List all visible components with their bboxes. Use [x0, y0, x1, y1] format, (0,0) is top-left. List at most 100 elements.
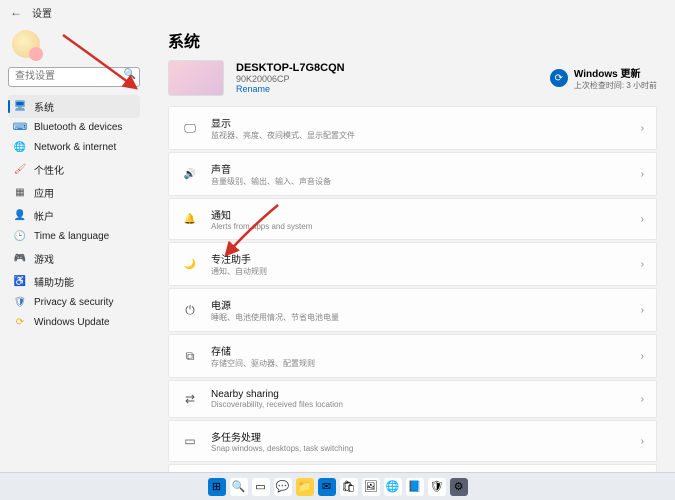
- card-focus-icon: [181, 259, 199, 270]
- chevron-right-icon: ›: [641, 305, 644, 316]
- nav-bluetooth-icon: ⌨: [14, 122, 26, 134]
- search-icon: 🔍: [124, 69, 136, 80]
- chevron-right-icon: ›: [641, 214, 644, 225]
- card-sound[interactable]: 声音 音量级别、输出、输入、声音设备 ›: [168, 152, 657, 196]
- card-nearby[interactable]: Nearby sharing Discoverability, received…: [168, 380, 657, 418]
- page-title: 系统: [168, 28, 657, 52]
- card-subtitle: 存储空间、驱动器、配置规则: [211, 358, 629, 369]
- nav-privacy[interactable]: 🛡 Privacy & security: [8, 293, 140, 313]
- tb-mail[interactable]: ✉: [318, 478, 336, 496]
- card-focus[interactable]: 专注助手 通知、自动规则 ›: [168, 242, 657, 286]
- nav-personalization-icon: 🖌: [14, 163, 26, 175]
- card-sound-icon: [181, 169, 199, 180]
- card-subtitle: 睡眠、电池使用情况、节省电池电量: [211, 312, 629, 323]
- card-title: 专注助手: [211, 251, 629, 266]
- titlebar: ← 设置: [0, 0, 675, 24]
- nav-network[interactable]: 🌐 Network & internet: [8, 138, 140, 158]
- nav-label: Windows Update: [34, 317, 110, 328]
- app-title: 设置: [32, 5, 52, 20]
- card-subtitle: 监视器、亮度、夜间模式、显示配置文件: [211, 130, 629, 141]
- card-storage[interactable]: 存储 存储空间、驱动器、配置规则 ›: [168, 334, 657, 378]
- card-power[interactable]: 电源 睡眠、电池使用情况、节省电池电量 ›: [168, 288, 657, 332]
- device-rename-link[interactable]: Rename: [236, 84, 538, 94]
- card-subtitle: 通知、自动规则: [211, 266, 629, 277]
- nav-apps[interactable]: ▦ 应用: [8, 181, 140, 204]
- nav-system[interactable]: 🖥 系统: [8, 95, 140, 118]
- nav-label: 辅助功能: [34, 274, 74, 289]
- sidebar: 🔍 🖥 系统 ⌨ Bluetooth & devices 🌐 Network & inte…: [0, 24, 148, 472]
- nav-label: Network & internet: [34, 142, 116, 153]
- tb-word[interactable]: 📘: [406, 478, 424, 496]
- nav-personalization[interactable]: 🖌个性化: [8, 158, 140, 181]
- search-box[interactable]: 🔍: [8, 66, 140, 87]
- nav-apps-icon: ▦: [14, 186, 26, 198]
- card-subtitle: Snap windows, desktops, task switching: [211, 444, 629, 453]
- card-multitask-icon: [181, 434, 199, 448]
- search-input[interactable]: [8, 67, 140, 87]
- tb-explorer[interactable]: 📁: [296, 478, 314, 496]
- nav-bluetooth[interactable]: ⌨ Bluetooth & devices: [8, 118, 140, 138]
- card-title: 声音: [211, 161, 629, 176]
- nav-accounts-icon: 👤: [14, 209, 26, 221]
- device-name: DESKTOP-L7G8CQN: [236, 62, 538, 74]
- nav-accounts[interactable]: 👤 帐户: [8, 204, 140, 227]
- tb-store[interactable]: 🛍: [340, 478, 358, 496]
- chevron-right-icon: ›: [641, 351, 644, 362]
- nav-time[interactable]: 🕒 Time & language: [8, 227, 140, 247]
- content-pane: 系统 DESKTOP-L7G8CQN 90K20006CP Rename ⟳ W…: [148, 24, 675, 472]
- nav-label: Privacy & security: [34, 297, 113, 308]
- card-subtitle: Alerts from apps and system: [211, 222, 629, 231]
- chevron-right-icon: ›: [641, 123, 644, 134]
- card-title: 多任务处理: [211, 429, 629, 444]
- nav-system-icon: 🖥: [14, 100, 26, 112]
- nav-label: 应用: [34, 185, 54, 200]
- nav-gaming-icon: 🎮: [14, 252, 26, 264]
- card-display[interactable]: 显示 监视器、亮度、夜间模式、显示配置文件 ›: [168, 106, 657, 150]
- nav-network-icon: 🌐: [14, 142, 26, 154]
- card-power-icon: [181, 303, 199, 318]
- nav-label: Bluetooth & devices: [34, 122, 122, 133]
- nav-label: Time & language: [34, 231, 109, 242]
- taskbar[interactable]: ⊞🔍▭💬📁✉🛍🖼🌐📘🛡⚙: [0, 472, 675, 500]
- tb-photos[interactable]: 🖼: [362, 478, 380, 496]
- nav-privacy-icon: 🛡: [14, 297, 26, 309]
- card-storage-icon: [181, 349, 199, 364]
- tb-security[interactable]: 🛡: [428, 478, 446, 496]
- card-notifications[interactable]: 通知 Alerts from apps and system ›: [168, 198, 657, 240]
- nav-accessibility-icon: ♿: [14, 275, 26, 287]
- nav-label: 系统: [34, 99, 54, 114]
- card-subtitle: Discoverability, received files location: [211, 400, 629, 409]
- card-title: Nearby sharing: [211, 389, 629, 400]
- nav-update[interactable]: ⟳ Windows Update: [8, 313, 140, 333]
- nav-update-icon: ⟳: [14, 317, 26, 329]
- nav-time-icon: 🕒: [14, 231, 26, 243]
- windows-update-tile[interactable]: ⟳ Windows 更新 上次检查时间: 3 小时前: [550, 65, 657, 91]
- tb-start[interactable]: ⊞: [208, 478, 226, 496]
- device-row: DESKTOP-L7G8CQN 90K20006CP Rename ⟳ Wind…: [168, 60, 657, 96]
- device-model: 90K20006CP: [236, 74, 538, 84]
- device-thumbnail[interactable]: [168, 60, 224, 96]
- chevron-right-icon: ›: [641, 169, 644, 180]
- user-avatar[interactable]: [12, 30, 40, 58]
- nav-accessibility[interactable]: ♿ 辅助功能: [8, 270, 140, 293]
- tb-taskview[interactable]: ▭: [252, 478, 270, 496]
- chevron-right-icon: ›: [641, 394, 644, 405]
- tb-settings[interactable]: ⚙: [450, 478, 468, 496]
- card-notifications-icon: [181, 214, 199, 225]
- nav-label: 帐户: [34, 208, 54, 223]
- tb-chrome[interactable]: 🌐: [384, 478, 402, 496]
- card-title: 通知: [211, 207, 629, 222]
- card-title: 显示: [211, 115, 629, 130]
- tb-chat[interactable]: 💬: [274, 478, 292, 496]
- card-multitask[interactable]: 多任务处理 Snap windows, desktops, task switc…: [168, 420, 657, 462]
- card-activation[interactable]: 激活 激活状态、订阅、产品密钥 ›: [168, 464, 657, 472]
- update-sub: 上次检查时间: 3 小时前: [574, 80, 657, 91]
- card-title: 存储: [211, 343, 629, 358]
- card-nearby-icon: [181, 392, 199, 406]
- back-button[interactable]: ←: [8, 4, 24, 20]
- nav-gaming[interactable]: 🎮游戏: [8, 247, 140, 270]
- tb-search[interactable]: 🔍: [230, 478, 248, 496]
- chevron-right-icon: ›: [641, 259, 644, 270]
- update-title: Windows 更新: [574, 65, 657, 80]
- card-subtitle: 音量级别、输出、输入、声音设备: [211, 176, 629, 187]
